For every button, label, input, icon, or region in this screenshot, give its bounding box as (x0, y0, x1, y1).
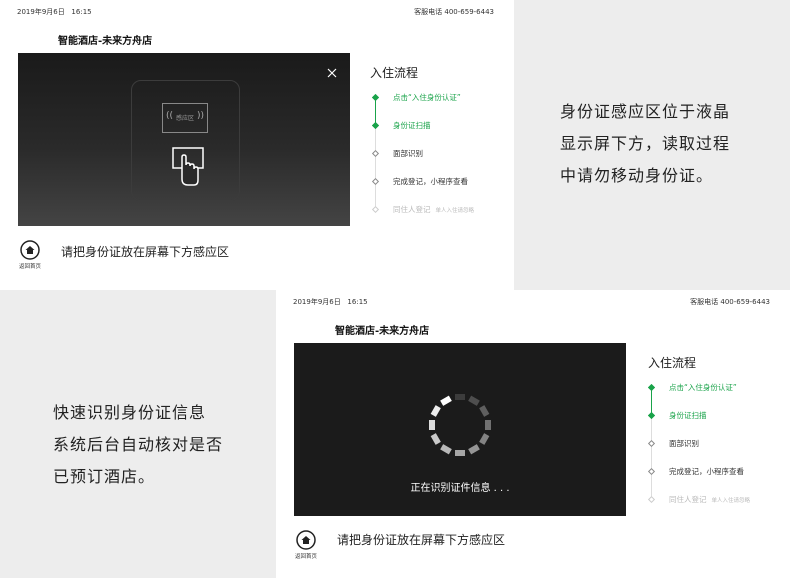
video-area: 正在识别证件信息 . . . (294, 343, 626, 516)
step-marker-icon (647, 467, 656, 476)
status-bar: 2019年9月6日 16:15 客服电话 400-659-6443 (17, 7, 494, 19)
home-button[interactable]: 返回首页 (292, 530, 320, 560)
service-hotline: 客服电话 400-659-6443 (690, 298, 770, 306)
step-marker-icon (371, 149, 380, 158)
status-bar: 2019年9月6日 16:15 客服电话 400-659-6443 (293, 297, 770, 309)
step-marker-icon (647, 495, 656, 504)
step-marker-icon (371, 177, 380, 186)
hotel-name: 智能酒店-未来方舟店 (335, 326, 430, 337)
service-hotline: 客服电话 400-659-6443 (414, 8, 494, 16)
spinner-segment (430, 433, 441, 445)
home-label: 返回首页 (18, 264, 41, 270)
home-button[interactable]: 返回首页 (16, 240, 44, 270)
status-time: 16:15 (71, 8, 92, 16)
step-marker-icon (371, 121, 380, 130)
kiosk-screen-recognize: 2019年9月6日 16:15 客服电话 400-659-6443 智能酒店-未… (276, 290, 790, 578)
hotel-name: 智能酒店-未来方舟店 (58, 36, 153, 47)
spinner-segment (430, 405, 441, 417)
step-marker-icon (647, 383, 656, 392)
hand-card-icon (172, 147, 204, 186)
flow-title: 入住流程 (370, 66, 419, 80)
video-area: (( 感应区 )) (18, 53, 350, 226)
kiosk-screen-scan: 2019年9月6日 16:15 客服电话 400-659-6443 智能酒店-未… (0, 0, 514, 290)
spinner-segment (485, 420, 491, 430)
instruction-text: 请把身份证放在屏幕下方感应区 (61, 245, 230, 259)
step-marker-icon (371, 93, 380, 102)
loading-text: 正在识别证件信息 . . . (410, 483, 510, 494)
home-label: 返回首页 (294, 554, 317, 560)
step-connector (651, 416, 652, 498)
spinner-segment (468, 444, 480, 455)
loading-spinner-icon (429, 394, 491, 456)
step-marker-icon (371, 205, 380, 214)
status-date: 2019年9月6日 (17, 8, 65, 16)
spinner-segment (468, 395, 480, 406)
spinner-segment (479, 405, 490, 417)
close-icon[interactable] (326, 67, 338, 79)
spinner-segment (440, 395, 452, 406)
caption-recognize: 快速识别身份证信息 系统后台自动核对是否 已预订酒店。 (53, 403, 224, 486)
spinner-segment (455, 450, 465, 456)
flow-title: 入住流程 (648, 356, 697, 370)
spinner-segment (455, 394, 465, 400)
sensor-area: (( 感应区 )) (162, 103, 208, 133)
status-time: 16:15 (347, 298, 368, 306)
spinner-segment (429, 420, 435, 430)
caption-scan: 身份证感应区位于液晶 显示屏下方，读取过程 中请勿移动身份证。 (560, 102, 731, 185)
step-marker-icon (647, 439, 656, 448)
spinner-segment (479, 433, 490, 445)
home-icon (20, 240, 40, 260)
signal-wave-icon: )) (196, 111, 204, 121)
card-reader-frame: (( 感应区 )) (131, 80, 240, 201)
home-icon (296, 530, 316, 550)
step-connector (375, 126, 376, 208)
instruction-text: 请把身份证放在屏幕下方感应区 (337, 533, 506, 547)
spinner-segment (440, 444, 452, 455)
status-date: 2019年9月6日 (293, 298, 341, 306)
step-marker-icon (647, 411, 656, 420)
